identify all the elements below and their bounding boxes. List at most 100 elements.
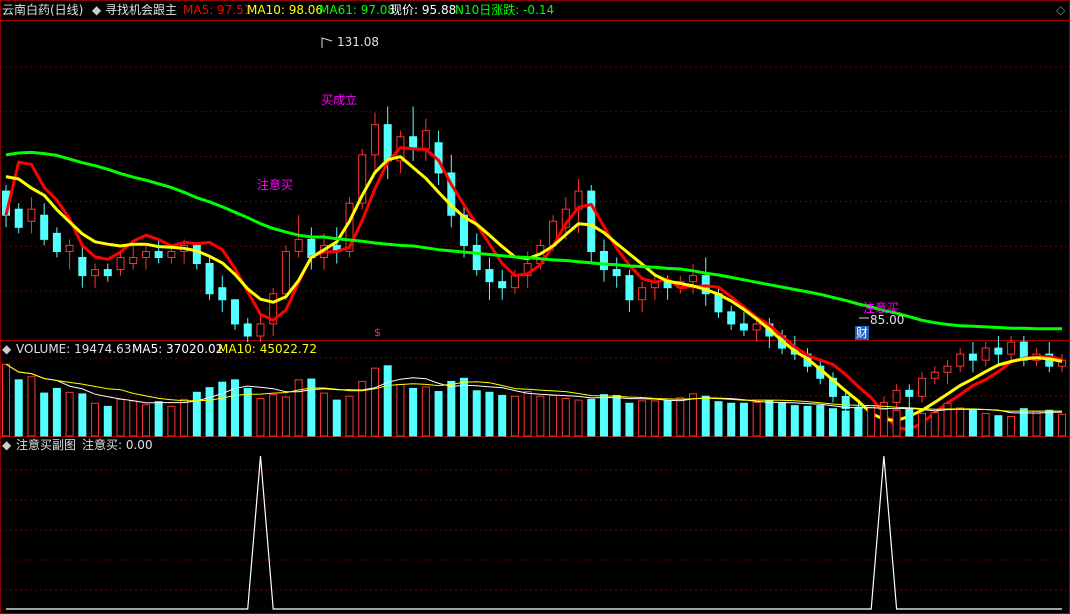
candle-body	[905, 389, 914, 397]
volume-bar	[625, 402, 634, 437]
candle-body	[994, 347, 1003, 355]
candle-body	[498, 281, 507, 289]
volume-bar	[116, 398, 125, 437]
volume-bar	[218, 381, 227, 437]
buy-signal-label-1: 注意买	[257, 178, 294, 192]
volume-bar	[243, 387, 252, 437]
volume-bar	[205, 387, 214, 437]
candle-body	[370, 124, 379, 156]
candle-body	[587, 190, 596, 252]
candle-body	[218, 287, 227, 301]
volume-ma5-line	[5, 363, 1063, 414]
ma61-value: MA61: 97.08	[319, 3, 396, 17]
candle-body	[27, 208, 36, 222]
candle-body	[65, 244, 74, 252]
volume-bar	[828, 408, 837, 437]
volume-bar	[281, 396, 290, 437]
volume-bar	[2, 363, 10, 437]
candle-body	[231, 299, 240, 325]
diamond-menu-icon[interactable]: ◇	[1056, 3, 1065, 17]
volume-bar	[892, 409, 901, 437]
candle-body	[727, 311, 736, 325]
volume-bar	[790, 405, 799, 437]
candle-body	[243, 323, 252, 337]
candle-body	[52, 232, 61, 252]
volume-bar	[370, 367, 379, 437]
candle-body	[192, 244, 201, 265]
volume-bar	[854, 406, 863, 437]
volume-bar	[396, 384, 405, 437]
volume-bar	[701, 395, 710, 437]
volume-bar	[727, 402, 736, 437]
candle-body	[40, 214, 49, 240]
volume-bar	[78, 393, 87, 437]
volume-bar	[1045, 409, 1054, 437]
candle-body	[78, 257, 87, 277]
volume-bar	[981, 412, 990, 437]
volume-bar	[320, 392, 329, 437]
volume-title: VOLUME: 19474.63	[16, 342, 132, 356]
volume-bar	[587, 398, 596, 437]
candle-body	[256, 323, 265, 337]
n10-change-value: N10日涨跌: -0.14	[455, 3, 555, 17]
volume-ma5: MA5: 37020.02	[132, 342, 224, 356]
indicator-collapse-icon[interactable]: ◆	[92, 3, 101, 17]
candle-body	[510, 275, 519, 289]
volume-ma10-line	[5, 363, 1063, 412]
volume-bar	[968, 409, 977, 437]
volume-bar	[256, 398, 265, 437]
candle-body	[91, 269, 100, 277]
candle-body	[981, 347, 990, 361]
series-ma5	[4, 146, 1063, 432]
candle-body	[294, 238, 303, 252]
candle-body	[918, 377, 927, 397]
candle-body	[956, 353, 965, 367]
volume-bar	[472, 390, 481, 437]
indicator-name[interactable]: 寻找机会跟主	[105, 3, 177, 17]
candle-body	[485, 269, 494, 283]
high-pointer	[321, 37, 333, 48]
volume-bar	[574, 399, 583, 437]
volume-collapse-icon[interactable]: ◆	[2, 342, 11, 356]
candle-body	[968, 353, 977, 361]
volume-bar	[943, 402, 952, 437]
volume-bar	[956, 407, 965, 437]
series-ma10	[5, 155, 1063, 422]
volume-bar	[447, 380, 456, 437]
volume-bar	[141, 404, 150, 437]
candle-body	[103, 269, 112, 277]
chart-border	[0, 0, 1070, 614]
finance-marker[interactable]: 财	[855, 326, 870, 340]
sub-title: 注意买副图	[16, 438, 77, 452]
candle-body	[383, 124, 392, 162]
candle-body	[752, 323, 761, 331]
volume-bar	[434, 391, 443, 437]
candle-body	[167, 250, 176, 258]
volume-bar	[816, 405, 825, 437]
volume-bar	[994, 415, 1003, 437]
volume-bar	[294, 379, 303, 437]
volume-bar	[1032, 410, 1041, 437]
volume-bar	[27, 376, 36, 437]
signal-line	[6, 455, 1062, 610]
volume-bar	[40, 392, 49, 437]
volume-bar	[154, 401, 163, 437]
volume-bar	[778, 401, 787, 437]
price-value: 现价: 95.88	[390, 3, 457, 17]
volume-bar	[91, 402, 100, 437]
volume-bar	[650, 400, 659, 437]
volume-bar	[599, 394, 608, 437]
volume-bar	[612, 394, 621, 437]
candle-body	[281, 250, 290, 295]
candle-body	[421, 130, 430, 150]
volume-bar	[65, 391, 74, 437]
volume-bar	[879, 408, 888, 437]
volume-bar	[1007, 416, 1016, 437]
ma10-value: MA10: 98.06	[247, 3, 324, 17]
ma5-value: MA5: 97.51	[183, 3, 252, 17]
sub-collapse-icon[interactable]: ◆	[2, 438, 11, 452]
volume-bar	[803, 405, 812, 437]
dollar-marker[interactable]: $	[374, 326, 381, 340]
candle-body	[892, 389, 901, 403]
volume-bar	[765, 400, 774, 437]
